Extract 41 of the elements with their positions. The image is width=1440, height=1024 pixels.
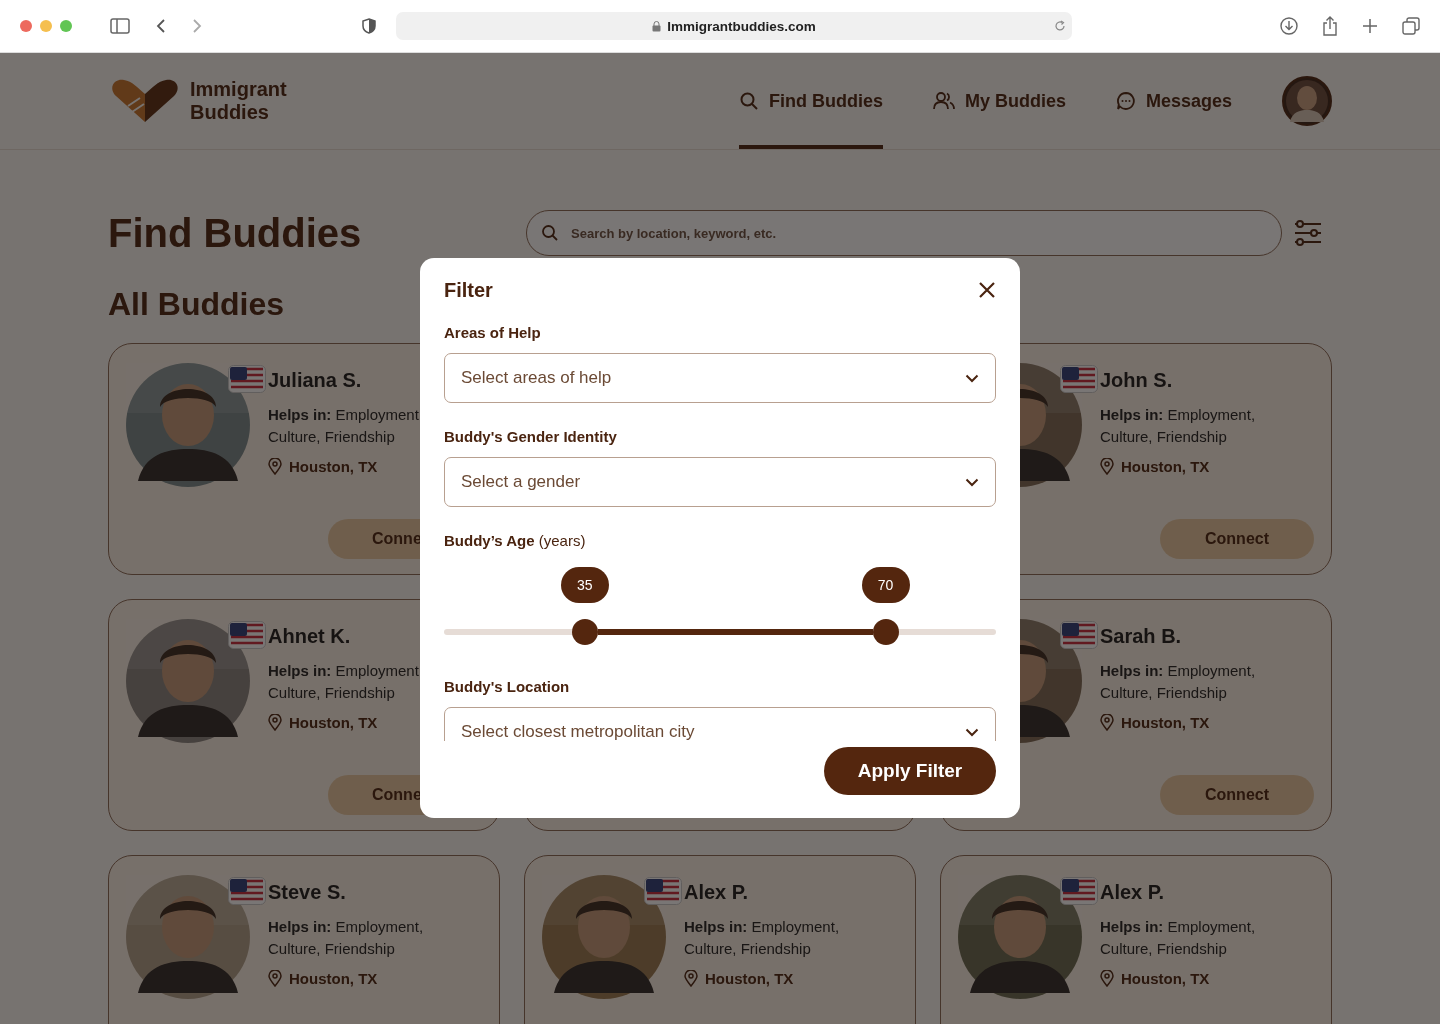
buddy-name: Alex P.	[684, 881, 750, 904]
location-text: Houston, TX	[1121, 714, 1210, 731]
helps-text: Helps in: Employment, Culture, Friendship	[268, 661, 425, 703]
value-bubble: 70	[861, 567, 910, 603]
helps-text: Helps in: Employment, Culture, Friendship	[268, 405, 425, 447]
nav-tab[interactable]: Messages	[1115, 53, 1232, 149]
location-text: Houston, TX	[289, 458, 378, 475]
dialog-title: Filter	[444, 278, 493, 302]
dropdown-field[interactable]: Select a gender	[444, 457, 996, 507]
field-label: Buddy's Location	[444, 678, 571, 696]
location-text: Houston, TX	[1121, 970, 1210, 987]
location-text: Houston, TX	[289, 970, 378, 987]
logo-text[interactable]: Immigrant Buddies	[190, 78, 287, 124]
helps-text: Helps in: Employment, Culture, Friendship	[268, 917, 425, 959]
page-title: Find Buddies	[108, 210, 363, 256]
helps-text: Helps in: Employment, Culture, Friendship	[1100, 405, 1257, 447]
connect-button[interactable]: Connect	[1160, 775, 1314, 815]
dropdown-field[interactable]: Select areas of help	[444, 353, 996, 403]
helps-text: Helps in: Employment, Culture, Friendship	[1100, 917, 1257, 959]
helps-text: Helps in: Employment, Culture, Friendship	[684, 917, 841, 959]
search-bar[interactable]: Search by location, keyword, etc.	[526, 210, 1282, 256]
connect-button[interactable]: Connect	[1160, 519, 1314, 559]
search-field[interactable]: Search by location, keyword, etc.	[569, 224, 1267, 242]
buddy-name: Ahnet K.	[268, 625, 352, 648]
section-title: All Buddies	[108, 286, 284, 323]
apply-filter-button[interactable]: Apply Filter	[824, 747, 996, 795]
field-label: Buddy's Gender Identity	[444, 428, 618, 446]
buddy-name: Sarah B.	[1100, 625, 1183, 648]
buddy-name: Juliana S.	[268, 369, 363, 392]
address-bar[interactable]: Immigrantbuddies.com	[396, 12, 1072, 40]
value-bubble: 35	[560, 567, 609, 603]
field-label: Areas of Help	[444, 324, 542, 342]
buddy-name: John S.	[1100, 369, 1174, 392]
nav-tab[interactable]: My Buddies	[932, 53, 1066, 149]
location-text: Houston, TX	[289, 714, 378, 731]
location-text: Houston, TX	[1121, 458, 1210, 475]
location-text: Houston, TX	[705, 970, 794, 987]
helps-text: Helps in: Employment, Culture, Friendship	[1100, 661, 1257, 703]
buddy-name: Alex P.	[1100, 881, 1166, 904]
buddy-name: Steve S.	[268, 881, 347, 904]
nav-tab[interactable]: Find Buddies	[738, 53, 883, 149]
